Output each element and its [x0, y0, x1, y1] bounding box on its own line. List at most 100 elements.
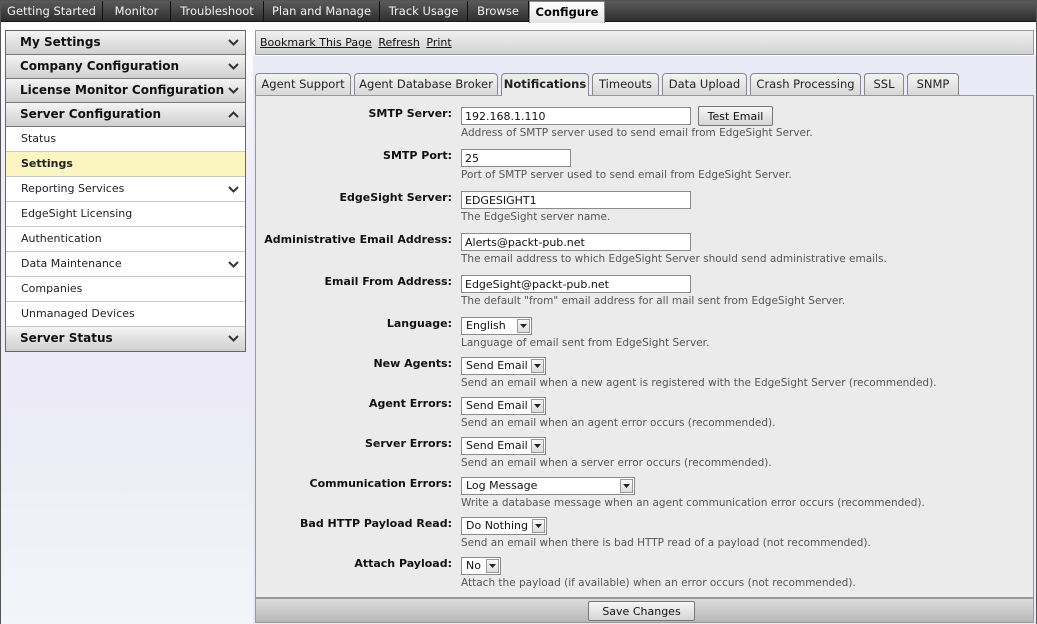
sidebar-item-label: Unmanaged Devices: [21, 307, 135, 320]
dropdown-arrow-icon: [531, 439, 544, 453]
sidebar-section-company-configuration[interactable]: Company Configuration: [6, 55, 245, 79]
from-address-controls: [461, 275, 691, 293]
nav-track-usage[interactable]: Track Usage: [380, 1, 468, 22]
attach-payload-label: Attach Payload:: [354, 557, 452, 570]
from-address-description: The default "from" email address for all…: [461, 295, 846, 307]
sidebar-item-label: Data Maintenance: [21, 257, 122, 270]
top-navigation: Getting Started Monitor Troubleshoot Pla…: [1, 1, 1036, 23]
chevron-up-icon: [227, 103, 239, 126]
dropdown-arrow-icon: [532, 519, 545, 533]
language-label: Language:: [386, 317, 452, 330]
refresh-link[interactable]: Refresh: [378, 36, 420, 49]
agent-errors-description: Send an email when an agent error occurs…: [461, 417, 776, 429]
chevron-down-icon: [227, 177, 239, 201]
tab-data-upload[interactable]: Data Upload: [662, 73, 747, 95]
sidebar-item-label: Reporting Services: [21, 182, 125, 195]
nav-monitor[interactable]: Monitor: [103, 1, 171, 22]
sidebar-item-label: Status: [21, 132, 57, 145]
sidebar-section-server-configuration[interactable]: Server Configuration: [6, 103, 245, 127]
sidebar-item-unmanaged-devices[interactable]: Unmanaged Devices: [6, 302, 245, 327]
new-agents-controls: Send Email: [461, 357, 546, 375]
tab-agent-database-broker[interactable]: Agent Database Broker: [354, 73, 498, 95]
admin-email-description: The email address to which EdgeSight Ser…: [461, 253, 887, 265]
sidebar: My Settings Company Configuration Licens…: [5, 30, 246, 352]
nav-troubleshoot[interactable]: Troubleshoot: [171, 1, 264, 22]
attach-payload-select-value: No: [466, 559, 481, 572]
agent-errors-select[interactable]: Send Email: [461, 397, 546, 415]
communication-errors-select[interactable]: Log Message: [461, 477, 635, 495]
agent-errors-controls: Send Email: [461, 397, 546, 415]
edgesight-server-controls: [461, 191, 691, 209]
dropdown-arrow-icon: [517, 319, 530, 333]
language-select[interactable]: English: [461, 317, 532, 335]
nav-plan-and-manage[interactable]: Plan and Manage: [264, 1, 380, 22]
attach-payload-select[interactable]: No: [461, 557, 501, 575]
new-agents-select-value: Send Email: [466, 359, 528, 372]
new-agents-description: Send an email when a new agent is regist…: [461, 377, 937, 389]
form-footer: Save Changes: [255, 598, 1034, 623]
edgesight-server-label: EdgeSight Server:: [339, 191, 452, 204]
agent-errors-select-value: Send Email: [466, 399, 528, 412]
bad-http-payload-select[interactable]: Do Nothing: [461, 517, 547, 535]
communication-errors-label: Communication Errors:: [309, 477, 452, 490]
attach-payload-description: Attach the payload (if available) when a…: [461, 577, 856, 589]
agent-errors-label: Agent Errors:: [368, 397, 452, 410]
chevron-down-icon: [227, 31, 239, 54]
edgesight-server-input[interactable]: [461, 191, 691, 209]
nav-browse[interactable]: Browse: [468, 1, 529, 22]
bad-http-payload-label: Bad HTTP Payload Read:: [300, 517, 452, 530]
smtp-port-controls: [461, 149, 571, 167]
sidebar-item-data-maintenance[interactable]: Data Maintenance: [6, 252, 245, 277]
sidebar-item-label: Authentication: [21, 232, 102, 245]
sidebar-section-license-monitor-configuration[interactable]: License Monitor Configuration: [6, 79, 245, 103]
from-address-input[interactable]: [461, 275, 691, 293]
server-errors-label: Server Errors:: [365, 437, 452, 450]
server-errors-description: Send an email when a server error occurs…: [461, 457, 772, 469]
attach-payload-controls: No: [461, 557, 501, 575]
tab-snmp[interactable]: SNMP: [907, 73, 959, 95]
nav-getting-started[interactable]: Getting Started: [1, 1, 103, 22]
save-changes-button[interactable]: Save Changes: [588, 601, 695, 621]
print-link[interactable]: Print: [426, 36, 451, 49]
tab-ssl[interactable]: SSL: [864, 73, 904, 95]
communication-errors-select-value: Log Message: [466, 479, 538, 492]
sidebar-item-companies[interactable]: Companies: [6, 277, 245, 302]
tab-notifications[interactable]: Notifications: [501, 73, 589, 96]
tab-agent-support[interactable]: Agent Support: [255, 73, 351, 95]
sidebar-section-server-status[interactable]: Server Status: [6, 327, 245, 351]
new-agents-label: New Agents:: [373, 357, 452, 370]
tab-crash-processing[interactable]: Crash Processing: [750, 73, 861, 95]
server-errors-controls: Send Email: [461, 437, 546, 455]
edgesight-server-description: The EdgeSight server name.: [461, 211, 611, 223]
smtp-server-controls: Test Email: [461, 106, 773, 126]
sidebar-section-my-settings[interactable]: My Settings: [6, 31, 245, 55]
smtp-port-description: Port of SMTP server used to send email f…: [461, 169, 792, 181]
nav-configure[interactable]: Configure: [529, 1, 605, 23]
action-bar: Bookmark This Page Refresh Print: [255, 30, 1034, 55]
language-description: Language of email sent from EdgeSight Se…: [461, 337, 710, 349]
sidebar-item-reporting-services[interactable]: Reporting Services: [6, 177, 245, 202]
new-agents-select[interactable]: Send Email: [461, 357, 546, 375]
sidebar-item-label: Settings: [21, 157, 73, 170]
language-controls: English: [461, 317, 532, 335]
sidebar-item-settings[interactable]: Settings: [6, 152, 245, 177]
sidebar-section-label: License Monitor Configuration: [20, 83, 225, 97]
chevron-down-icon: [227, 79, 239, 102]
server-errors-select[interactable]: Send Email: [461, 437, 546, 455]
smtp-server-description: Address of SMTP server used to send emai…: [461, 127, 813, 139]
smtp-server-input[interactable]: [461, 107, 691, 125]
bad-http-payload-description: Send an email when there is bad HTTP rea…: [461, 537, 871, 549]
dropdown-arrow-icon: [486, 559, 499, 573]
server-errors-select-value: Send Email: [466, 439, 528, 452]
sidebar-section-label: Server Configuration: [20, 107, 162, 121]
sidebar-section-label: Company Configuration: [20, 59, 180, 73]
admin-email-input[interactable]: [461, 233, 691, 251]
from-address-label: Email From Address:: [324, 275, 453, 288]
smtp-port-input[interactable]: [461, 149, 571, 167]
sidebar-item-status[interactable]: Status: [6, 127, 245, 152]
sidebar-item-edgesight-licensing[interactable]: EdgeSight Licensing: [6, 202, 245, 227]
sidebar-item-authentication[interactable]: Authentication: [6, 227, 245, 252]
bookmark-link[interactable]: Bookmark This Page: [260, 36, 372, 49]
test-email-button[interactable]: Test Email: [698, 106, 773, 126]
tab-timeouts[interactable]: Timeouts: [592, 73, 659, 95]
